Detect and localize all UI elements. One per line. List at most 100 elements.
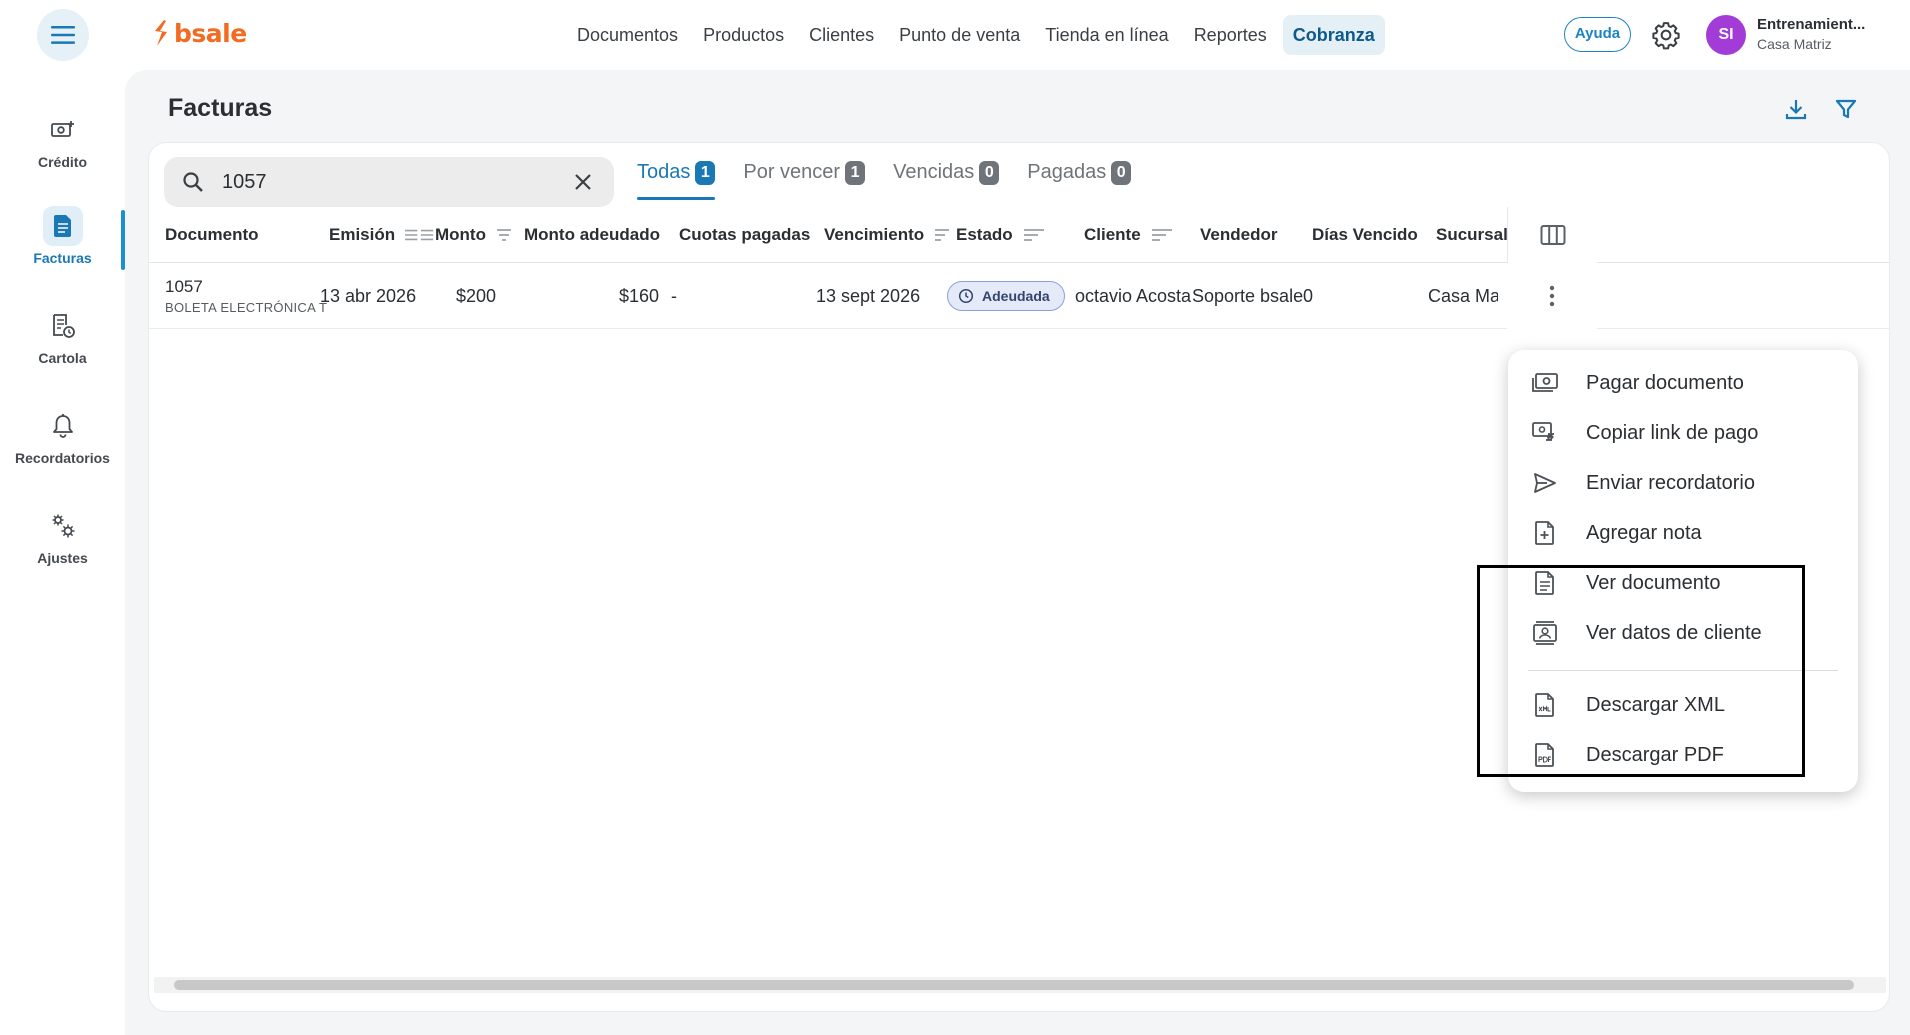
col-cliente[interactable]: Cliente xyxy=(1084,207,1181,263)
client-card-icon xyxy=(1528,616,1562,650)
main-nav: Documentos Productos Clientes Punto de v… xyxy=(568,14,1392,56)
tab-por-vencer[interactable]: Por vencer 1 xyxy=(743,161,866,205)
nav-cobranza[interactable]: Cobranza xyxy=(1282,15,1385,55)
nav-clientes[interactable]: Clientes xyxy=(800,15,883,55)
search-input[interactable] xyxy=(222,170,552,194)
menu-item-ver-documento[interactable]: Ver documento xyxy=(1508,558,1858,608)
sidebar-item-label: Crédito xyxy=(38,154,87,170)
gear-icon xyxy=(1652,22,1680,50)
note-add-icon xyxy=(1528,516,1562,550)
status-badge: Adeudada xyxy=(947,281,1065,311)
cell-emision: 13 abr 2026 xyxy=(320,285,417,306)
col-sucursal[interactable]: Sucursal xyxy=(1436,207,1508,263)
avatar[interactable]: SI xyxy=(1706,15,1746,55)
tab-label: Vencidas xyxy=(893,161,975,183)
sidebar-item-label: Facturas xyxy=(33,250,92,266)
user-branch: Casa Matriz xyxy=(1757,36,1832,52)
hamburger-menu-button[interactable] xyxy=(37,9,89,61)
sidebar-item-facturas[interactable]: Facturas xyxy=(0,206,125,286)
settings-button[interactable] xyxy=(1651,20,1681,50)
nav-productos[interactable]: Productos xyxy=(694,15,793,55)
statement-clock-icon xyxy=(43,306,83,346)
invoice-icon xyxy=(42,206,83,246)
logo-text: bsale xyxy=(174,18,247,48)
col-emision[interactable]: Emisión xyxy=(329,207,436,263)
columns-toggle-button[interactable] xyxy=(1507,207,1597,263)
col-label: Monto xyxy=(435,225,486,244)
row-actions-button[interactable] xyxy=(1507,263,1597,329)
tab-vencidas[interactable]: Vencidas 0 xyxy=(893,161,1000,205)
nav-punto-de-venta[interactable]: Punto de venta xyxy=(890,15,1029,55)
document-number: 1057 xyxy=(165,277,203,296)
tab-label: Pagadas xyxy=(1027,161,1107,183)
menu-item-enviar-recordatorio[interactable]: Enviar recordatorio xyxy=(1508,458,1858,508)
scrollbar-thumb[interactable] xyxy=(174,980,1854,990)
tab-count-badge: 0 xyxy=(1111,161,1132,185)
col-monto-adeudado[interactable]: Monto adeudado xyxy=(524,207,660,263)
col-label: Cliente xyxy=(1084,225,1141,244)
col-monto[interactable]: Monto xyxy=(435,207,526,263)
menu-item-label: Enviar recordatorio xyxy=(1586,471,1755,494)
sidebar-item-cartola[interactable]: Cartola xyxy=(0,306,125,386)
help-button[interactable]: Ayuda xyxy=(1564,17,1631,52)
status-tabs: Todas 1 Por vencer 1 Vencidas 0 Pagadas 0 xyxy=(637,161,1159,205)
tab-label: Por vencer xyxy=(743,161,841,183)
menu-item-agregar-nota[interactable]: Agregar nota xyxy=(1508,508,1858,558)
col-vendedor[interactable]: Vendedor xyxy=(1200,207,1277,263)
bell-icon xyxy=(43,406,83,446)
link-icon xyxy=(1528,416,1562,450)
cell-cliente[interactable]: octavio Acosta xyxy=(1075,263,1191,329)
menu-item-label: Descargar XML xyxy=(1586,693,1725,716)
sidebar-item-label: Recordatorios xyxy=(15,450,110,466)
sidebar-item-label: Cartola xyxy=(38,350,87,366)
search-icon xyxy=(178,167,208,197)
tab-count-badge: 1 xyxy=(695,161,716,185)
user-menu[interactable]: Entrenamient... Casa Matriz xyxy=(1757,16,1897,52)
col-dias-vencido[interactable]: Días Vencido xyxy=(1312,207,1418,263)
col-cuotas-pagadas[interactable]: Cuotas pagadas xyxy=(679,207,810,263)
menu-divider xyxy=(1528,670,1838,671)
sort-icon[interactable] xyxy=(405,225,436,245)
table-row[interactable]: 1057 BOLETA ELECTRÓNICA T 13 abr 2026 $2… xyxy=(149,263,1889,329)
menu-item-pagar-documento[interactable]: Pagar documento xyxy=(1508,358,1858,408)
col-documento[interactable]: Documento xyxy=(165,207,259,263)
menu-item-descargar-xml[interactable]: Descargar XML xyxy=(1508,680,1858,730)
sort-icon[interactable] xyxy=(1151,225,1181,245)
sidebar-item-credito[interactable]: Crédito xyxy=(0,110,125,190)
menu-item-copiar-link[interactable]: Copiar link de pago xyxy=(1508,408,1858,458)
menu-item-label: Agregar nota xyxy=(1586,521,1702,544)
clear-search-button[interactable] xyxy=(570,169,596,195)
sort-icon[interactable] xyxy=(1023,225,1053,245)
cell-dias-vencido: 0 xyxy=(1303,285,1314,306)
nav-documentos[interactable]: Documentos xyxy=(568,15,687,55)
tab-pagadas[interactable]: Pagadas 0 xyxy=(1027,161,1132,205)
cell-monto: $200 xyxy=(456,285,497,306)
menu-item-label: Ver documento xyxy=(1586,571,1721,594)
clock-icon xyxy=(958,288,974,304)
horizontal-scrollbar[interactable] xyxy=(154,977,1886,993)
col-estado[interactable]: Estado xyxy=(956,207,1053,263)
top-bar: bsale Documentos Productos Clientes Punt… xyxy=(0,0,1910,68)
columns-icon xyxy=(1540,225,1565,245)
menu-item-descargar-pdf[interactable]: Descargar PDF xyxy=(1508,730,1858,780)
download-button[interactable] xyxy=(1781,94,1811,124)
bsale-logo[interactable]: bsale xyxy=(152,19,247,47)
cell-sucursal: Casa Matr xyxy=(1428,285,1498,306)
nav-tienda-en-linea[interactable]: Tienda en línea xyxy=(1036,15,1177,55)
hamburger-icon xyxy=(51,26,75,44)
filter-button[interactable] xyxy=(1831,94,1861,124)
col-label: Vencimiento xyxy=(824,225,925,244)
tab-count-badge: 1 xyxy=(845,161,866,185)
tab-label: Todas xyxy=(637,161,691,183)
menu-item-label: Copiar link de pago xyxy=(1586,421,1759,444)
nav-reportes[interactable]: Reportes xyxy=(1185,15,1276,55)
col-vencimiento[interactable]: Vencimiento xyxy=(824,207,964,263)
sort-icon[interactable] xyxy=(496,225,526,245)
search-bar xyxy=(164,157,614,207)
gears-icon xyxy=(43,506,83,546)
sidebar-item-ajustes[interactable]: Ajustes xyxy=(0,506,125,586)
tab-todas[interactable]: Todas 1 xyxy=(637,161,716,205)
col-label: Estado xyxy=(956,225,1013,244)
menu-item-ver-datos-cliente[interactable]: Ver datos de cliente xyxy=(1508,608,1858,658)
sidebar-item-recordatorios[interactable]: Recordatorios xyxy=(0,406,125,486)
